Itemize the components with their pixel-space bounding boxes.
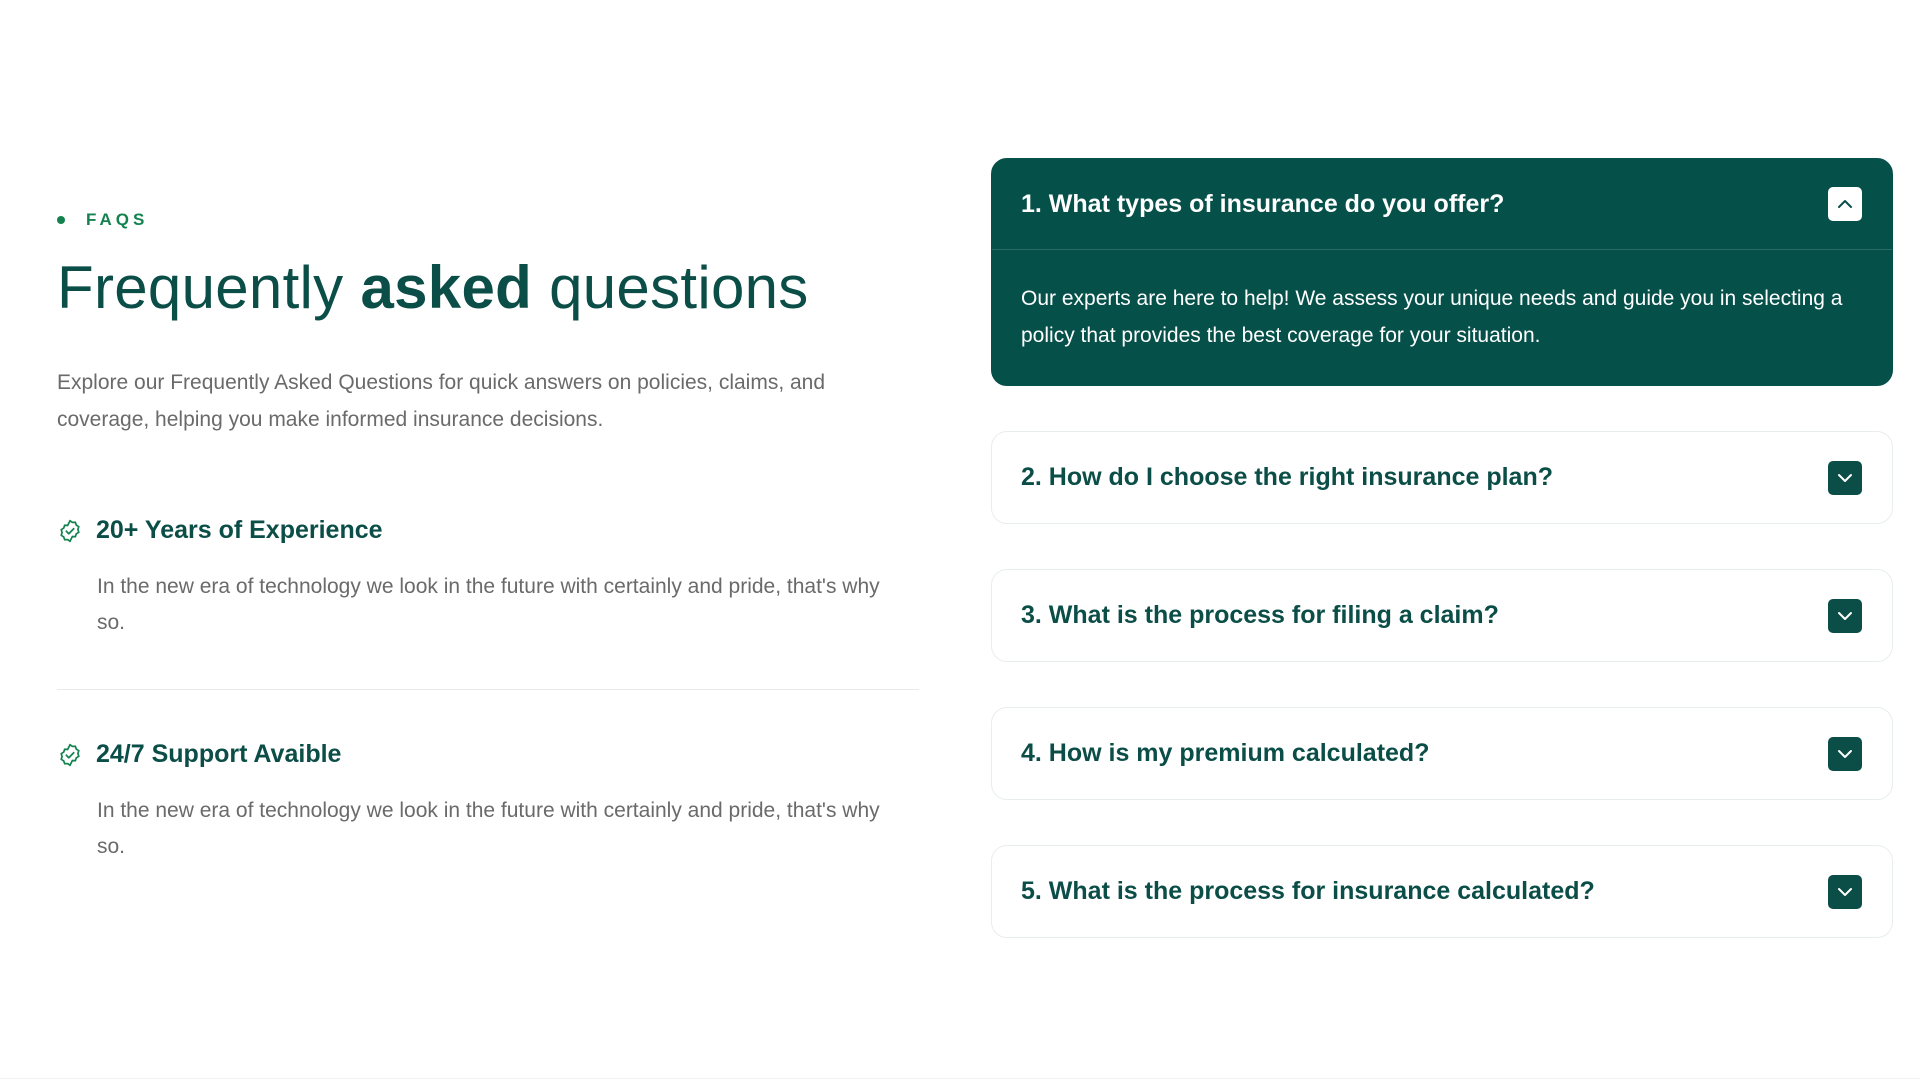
feature-description: In the new era of technology we look in … [97,799,880,858]
badge-check-icon [60,519,80,542]
feature-title-row: 20+ Years of Experience [57,516,919,545]
chevron-down-icon [1838,473,1852,482]
section-intro: Explore our Frequently Asked Questions f… [57,371,826,431]
faq-question-header[interactable]: 1. What types of insurance do you offer? [992,159,1892,250]
eyebrow-label: FAQS [86,210,149,229]
feature-title: 20+ Years of Experience [96,516,383,544]
faq-item-1: 1. What types of insurance do you offer?… [991,158,1893,386]
faq-question: 3. What is the process for filing a clai… [1021,601,1499,629]
chevron-down-icon [1838,611,1852,620]
feature-divider [57,689,919,690]
heading-start: Frequently [57,254,361,321]
faq-question-header[interactable]: 4. How is my premium calculated? [992,708,1892,799]
section-eyebrow: FAQS [57,210,919,230]
chevron-down-icon [1838,749,1852,758]
faq-question: 1. What types of insurance do you offer? [1021,189,1505,218]
feature-title: 24/7 Support Avaible [96,740,342,768]
badge-check-icon [60,743,80,766]
faq-toggle-button[interactable] [1828,598,1862,633]
faq-toggle-button[interactable] [1828,460,1862,495]
chevron-down-icon [1838,887,1852,896]
faq-item-5: 5. What is the process for insurance cal… [991,845,1893,938]
faq-answer: Our experts are here to help! We assess … [1021,287,1843,347]
feature-experience: 20+ Years of Experience In the new era o… [57,516,919,641]
faq-question-header[interactable]: 3. What is the process for filing a clai… [992,570,1892,661]
faq-section: FAQS Frequently asked questions Explore … [0,0,1920,1080]
chevron-up-icon [1838,200,1852,208]
heading-end: questions [532,254,809,321]
feature-title-row: 24/7 Support Avaible [57,740,919,769]
faq-question: 5. What is the process for insurance cal… [1021,877,1595,905]
faq-question-header[interactable]: 2. How do I choose the right insurance p… [992,432,1892,523]
faq-toggle-button[interactable] [1828,874,1862,909]
faq-accordion: 1. What types of insurance do you offer?… [991,158,1893,983]
eyebrow-dot [57,216,65,224]
faq-question-header[interactable]: 5. What is the process for insurance cal… [992,846,1892,937]
faq-item-4: 4. How is my premium calculated? [991,707,1893,800]
section-bottom-border [0,1078,1920,1079]
faq-intro-column: FAQS Frequently asked questions Explore … [57,210,919,865]
faq-question: 2. How do I choose the right insurance p… [1021,463,1554,491]
faq-item-3: 3. What is the process for filing a clai… [991,569,1893,662]
faq-toggle-button[interactable] [1828,736,1862,771]
page-title: Frequently asked questions [57,252,919,324]
feature-support: 24/7 Support Avaible In the new era of t… [57,740,919,865]
feature-description: In the new era of technology we look in … [97,575,880,634]
heading-emphasis: asked [360,254,533,321]
faq-item-2: 2. How do I choose the right insurance p… [991,431,1893,524]
faq-toggle-button[interactable] [1828,187,1862,221]
faq-question: 4. How is my premium calculated? [1021,739,1430,767]
